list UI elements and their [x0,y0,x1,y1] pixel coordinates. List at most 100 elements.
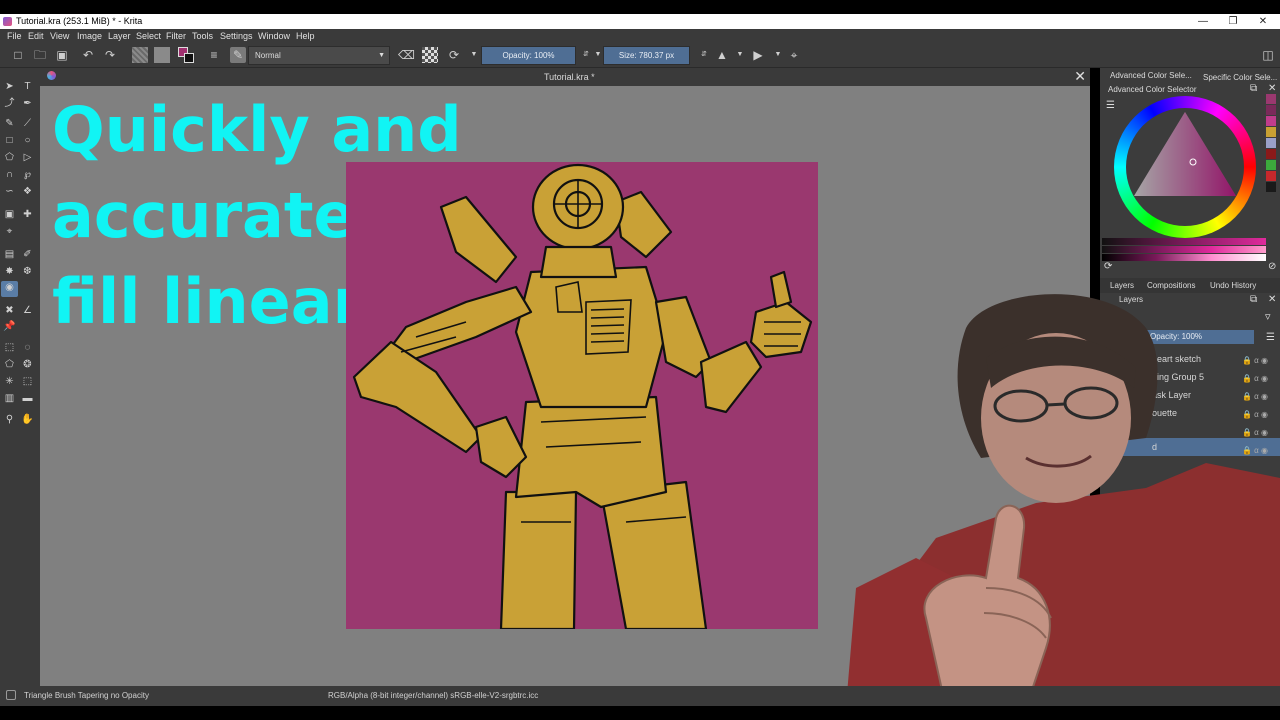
gradient-selector-icon[interactable] [132,47,148,63]
menu-tools[interactable]: Tools [192,31,213,41]
menu-settings[interactable]: Settings [220,31,253,41]
color-picker-icon[interactable]: ✐ [21,248,34,261]
menu-edit[interactable]: Edit [28,31,44,41]
close-document-icon[interactable]: ✕ [1074,68,1086,85]
assistant-tool-icon[interactable]: ✖ [3,304,16,317]
color-swatch[interactable] [1266,171,1276,181]
calligraphy-icon[interactable]: ✒ [21,97,34,110]
select-shape-icon[interactable]: ➤ [3,80,16,93]
refresh-icon[interactable]: ⟳ [1104,261,1112,272]
color-swatch[interactable] [1266,94,1276,104]
restore-button[interactable]: ❐ [1218,14,1248,29]
reference-images-icon[interactable]: 📌 [3,320,16,333]
close-window-button[interactable]: ✕ [1248,14,1278,29]
color-swatch[interactable] [1266,105,1276,115]
color-selector-panel-title: Advanced Color Selector [1108,85,1197,94]
saturation-slider[interactable] [1102,238,1266,245]
pattern-selector-icon[interactable] [154,47,170,63]
rect-select-icon[interactable]: ⬚ [3,341,16,354]
close-panel-icon[interactable]: ✕ [1268,83,1276,94]
float-panel-icon[interactable]: ⧉ [1250,83,1257,94]
pan-tool-icon[interactable]: ✋ [21,413,34,426]
document-tab[interactable]: Tutorial.kra * [544,72,595,82]
opacity-slider[interactable]: Opacity: 100% [481,46,576,65]
freehand-path-icon[interactable]: ℘ [21,168,34,181]
colorize-mask-icon[interactable]: ❆ [21,265,34,278]
brush-tool-icon[interactable]: ✎ [3,117,16,130]
text-tool-icon[interactable]: T [21,80,34,93]
artboard[interactable] [346,162,818,629]
fill-tool-icon[interactable]: ◉ [1,281,18,297]
brush-preset-icon[interactable]: ✎ [230,47,246,63]
multibrush-icon[interactable]: ❖ [21,185,34,198]
brush-settings-icon[interactable]: ≡ [206,47,222,63]
size-slider[interactable]: Size: 780.37 px [603,46,690,65]
size-stepper-icon[interactable]: ⇵ [696,47,712,63]
color-swatch[interactable] [1266,116,1276,126]
fg-bg-color-icon[interactable] [178,47,194,63]
saturation-value-triangle[interactable] [1114,96,1256,238]
menu-select[interactable]: Select [136,31,161,41]
rectangle-tool-icon[interactable]: □ [3,134,16,147]
eraser-icon[interactable]: ⌫ [398,47,415,63]
freehand-select-icon[interactable]: ❂ [21,358,34,371]
color-swatch[interactable] [1266,149,1276,159]
workspace-chooser-icon[interactable]: ◫ [1260,47,1276,63]
smart-patch-icon[interactable]: ✸ [3,265,16,278]
bezier-select-icon[interactable]: ▥ [3,392,16,405]
menu-file[interactable]: File [7,31,22,41]
move-tool-icon[interactable]: ✚ [21,208,34,221]
mirror-vertical-icon[interactable]: ▶ [750,47,766,63]
recent-colors-swatches[interactable] [1266,94,1276,193]
mirror-horizontal-icon[interactable]: ▲ [714,47,730,63]
magnetic-select-icon[interactable]: ▬ [21,392,34,405]
color-swatch[interactable] [1266,182,1276,192]
polygon-tool-icon[interactable]: ⬠ [3,151,16,164]
ellipse-select-icon[interactable]: ◌ [21,341,34,354]
edit-shapes-icon[interactable]: ⤴ [3,97,16,110]
crop-tool-icon[interactable]: ⌖ [3,225,16,238]
menu-layer[interactable]: Layer [108,31,131,41]
polyline-tool-icon[interactable]: ▷ [21,151,34,164]
line-tool-icon[interactable]: ⟋ [21,117,34,130]
robot-lineart-illustration [352,163,813,629]
ellipse-tool-icon[interactable]: ○ [21,134,34,147]
color-swatch[interactable] [1266,160,1276,170]
chevron-down-icon[interactable]: ▼ [732,47,748,63]
reload-preset-icon[interactable]: ⟳ [446,47,462,63]
hue-ring[interactable] [1114,96,1256,238]
color-swatch[interactable] [1266,138,1276,148]
preserve-alpha-icon[interactable] [422,47,438,63]
transform-tool-icon[interactable]: ▣ [3,208,16,221]
value-slider[interactable] [1102,246,1266,253]
menu-window[interactable]: Window [258,31,290,41]
menu-view[interactable]: View [50,31,69,41]
zoom-tool-icon[interactable]: ⚲ [3,413,16,426]
menu-image[interactable]: Image [77,31,102,41]
color-swatch[interactable] [1266,127,1276,137]
save-icon[interactable]: ▣ [54,47,70,63]
tab-specific-color-selector[interactable]: Specific Color Sele... [1203,73,1277,82]
menu-filter[interactable]: Filter [166,31,186,41]
contiguous-select-icon[interactable]: ✳ [3,375,16,388]
menu-help[interactable]: Help [296,31,315,41]
lightness-slider[interactable] [1102,254,1266,261]
blend-mode-select[interactable]: Normal ▼ [248,46,390,65]
bezier-tool-icon[interactable]: ∩ [3,168,16,181]
similar-select-icon[interactable]: ⬚ [21,375,34,388]
open-document-icon[interactable]: 🗀 [32,47,48,63]
tab-advanced-color-selector[interactable]: Advanced Color Sele... [1110,71,1192,80]
polygon-select-icon[interactable]: ⬠ [3,358,16,371]
measure-tool-icon[interactable]: ∠ [21,304,34,317]
undo-icon[interactable]: ↶ [80,47,96,63]
clear-icon[interactable]: ⊘ [1268,261,1276,272]
chevron-down-icon: ▼ [378,52,385,59]
wrap-around-icon[interactable]: ⌖ [786,47,802,63]
new-document-icon[interactable]: □ [10,47,26,63]
chevron-down-icon[interactable]: ▼ [466,47,482,63]
gradient-tool-icon[interactable]: ▤ [3,248,16,261]
minimize-button[interactable]: — [1188,14,1218,29]
redo-icon[interactable]: ↷ [102,47,118,63]
dynamic-brush-icon[interactable]: ∽ [3,185,16,198]
chevron-down-icon[interactable]: ▼ [770,47,786,63]
